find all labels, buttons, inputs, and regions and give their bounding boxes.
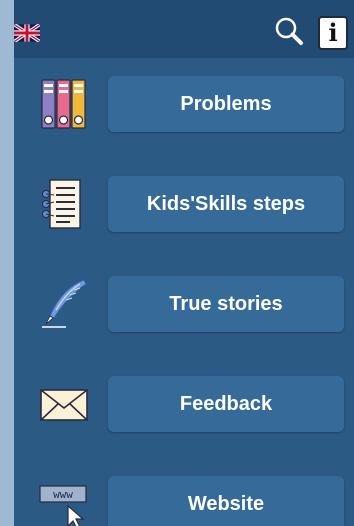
feedback-button[interactable]: Feedback [108,376,344,432]
www-cursor-icon[interactable]: www [36,476,92,526]
menu-row-problems: Problems [14,74,354,134]
envelope-icon[interactable] [36,376,92,432]
top-bar: i [14,0,354,58]
problems-button[interactable]: Problems [108,76,344,132]
menu-row-kids-skills-steps: Kids'Skills steps [14,174,354,234]
kids-skills-steps-button[interactable]: Kids'Skills steps [108,176,344,232]
checklist-document-icon[interactable] [36,176,92,232]
website-button[interactable]: Website [108,476,344,526]
info-button[interactable]: i [318,16,348,50]
true-stories-button[interactable]: True stories [108,276,344,332]
scrollbar[interactable] [340,58,354,526]
uk-flag-icon[interactable] [14,24,40,42]
quill-pen-icon[interactable] [36,276,92,332]
app-screen: i Problems Kids'Skills steps True storie… [14,0,354,526]
menu-row-website: www Website [14,474,354,526]
menu-row-feedback: Feedback [14,374,354,434]
search-icon[interactable] [273,16,305,48]
menu-row-true-stories: True stories [14,274,354,334]
info-icon: i [328,18,338,47]
binders-icon[interactable] [36,76,92,132]
svg-text:www: www [53,488,73,501]
